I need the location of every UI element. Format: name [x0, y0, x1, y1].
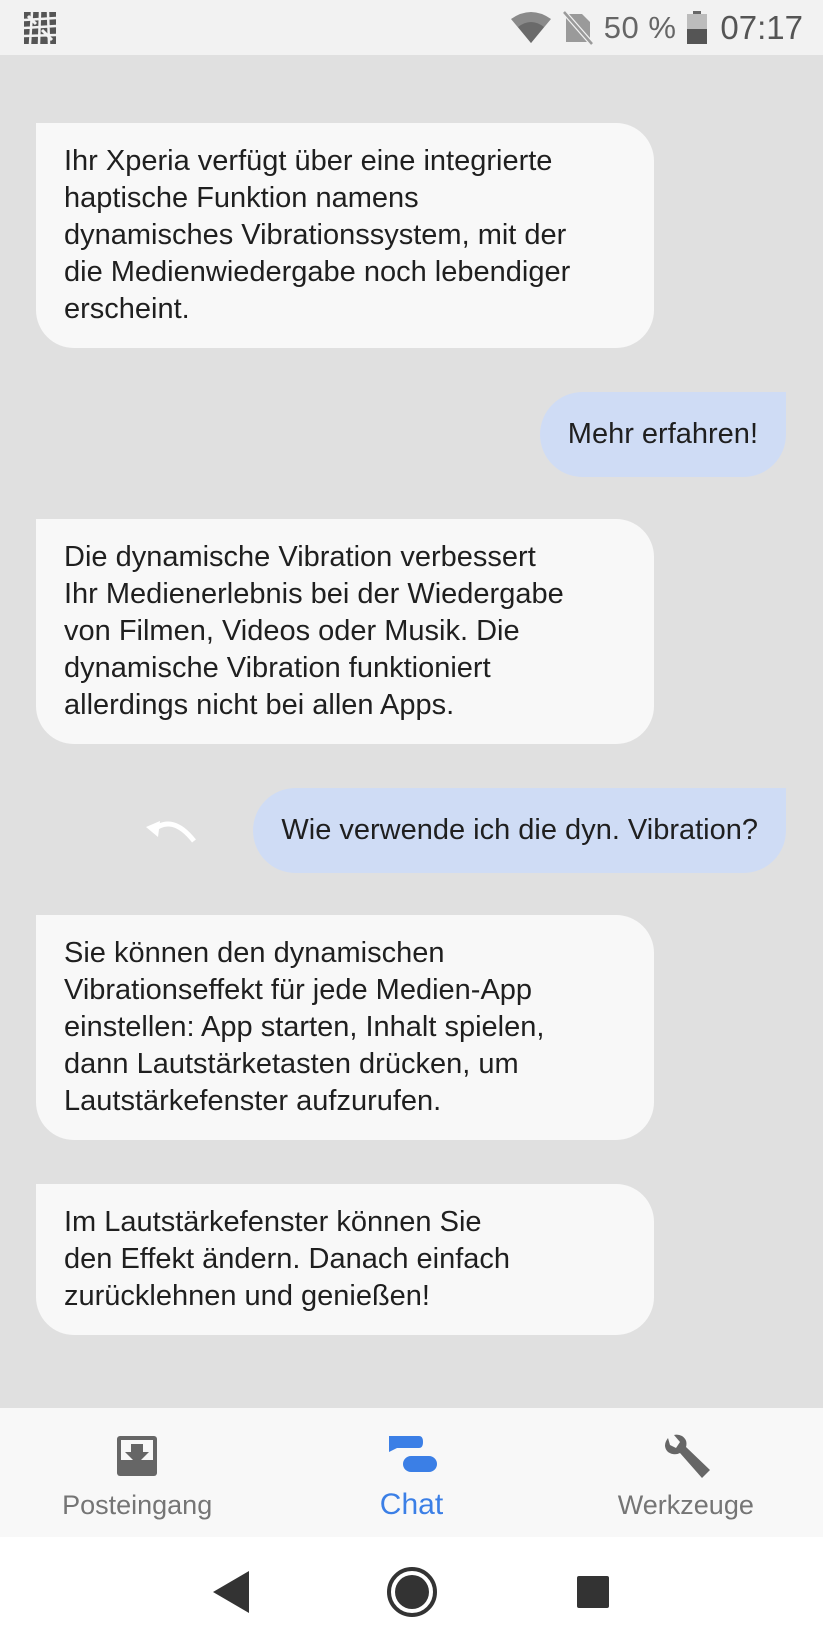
back-icon — [212, 1570, 249, 1613]
tab-posteingang[interactable]: Posteingang — [0, 1408, 274, 1537]
bot-message: Sie können den dynamischen Vibrationseff… — [36, 915, 654, 1140]
home-icon — [386, 1566, 437, 1617]
battery-percentage: 50 % — [603, 9, 677, 45]
status-bar: 50 % 07:17 — [0, 0, 823, 55]
user-message: Wie verwende ich die dyn. Vibration? — [253, 788, 786, 873]
back-button[interactable] — [201, 1562, 261, 1622]
clock: 07:17 — [720, 8, 803, 46]
bot-message: Die dynamische Vibration verbessert Ihr … — [36, 519, 654, 744]
wifi-icon — [510, 11, 551, 43]
no-sim-icon — [561, 9, 594, 46]
wrench-icon — [664, 1434, 710, 1478]
chat-thread[interactable]: Ihr Xperia verfügt über eine integrierte… — [0, 55, 823, 1408]
app-icon — [23, 11, 57, 45]
tab-bar: Posteingang Chat Werkzeuge — [0, 1408, 823, 1537]
bot-message: Im Lautstärkefenster können Sie den Effe… — [36, 1184, 654, 1335]
recents-button[interactable] — [563, 1562, 623, 1622]
undo-icon[interactable] — [146, 817, 198, 851]
status-icons: 50 % 07:17 — [510, 0, 803, 55]
screen: 50 % 07:17 Ihr Xperia verfügt über eine … — [0, 0, 823, 1646]
inbox-icon — [117, 1436, 158, 1476]
system-nav-bar — [0, 1537, 823, 1646]
tab-label: Werkzeuge — [617, 1490, 754, 1520]
bot-message: Ihr Xperia verfügt über eine integrierte… — [36, 123, 654, 348]
tab-chat[interactable]: Chat — [274, 1408, 548, 1537]
user-message: Mehr erfahren! — [539, 392, 786, 477]
tab-label: Chat — [379, 1488, 444, 1521]
battery-icon — [687, 10, 708, 44]
chat-icon — [389, 1436, 438, 1472]
tab-label: Posteingang — [62, 1490, 213, 1520]
recents-icon — [576, 1575, 609, 1608]
home-button[interactable] — [382, 1562, 442, 1622]
tab-werkzeuge[interactable]: Werkzeuge — [549, 1408, 823, 1537]
